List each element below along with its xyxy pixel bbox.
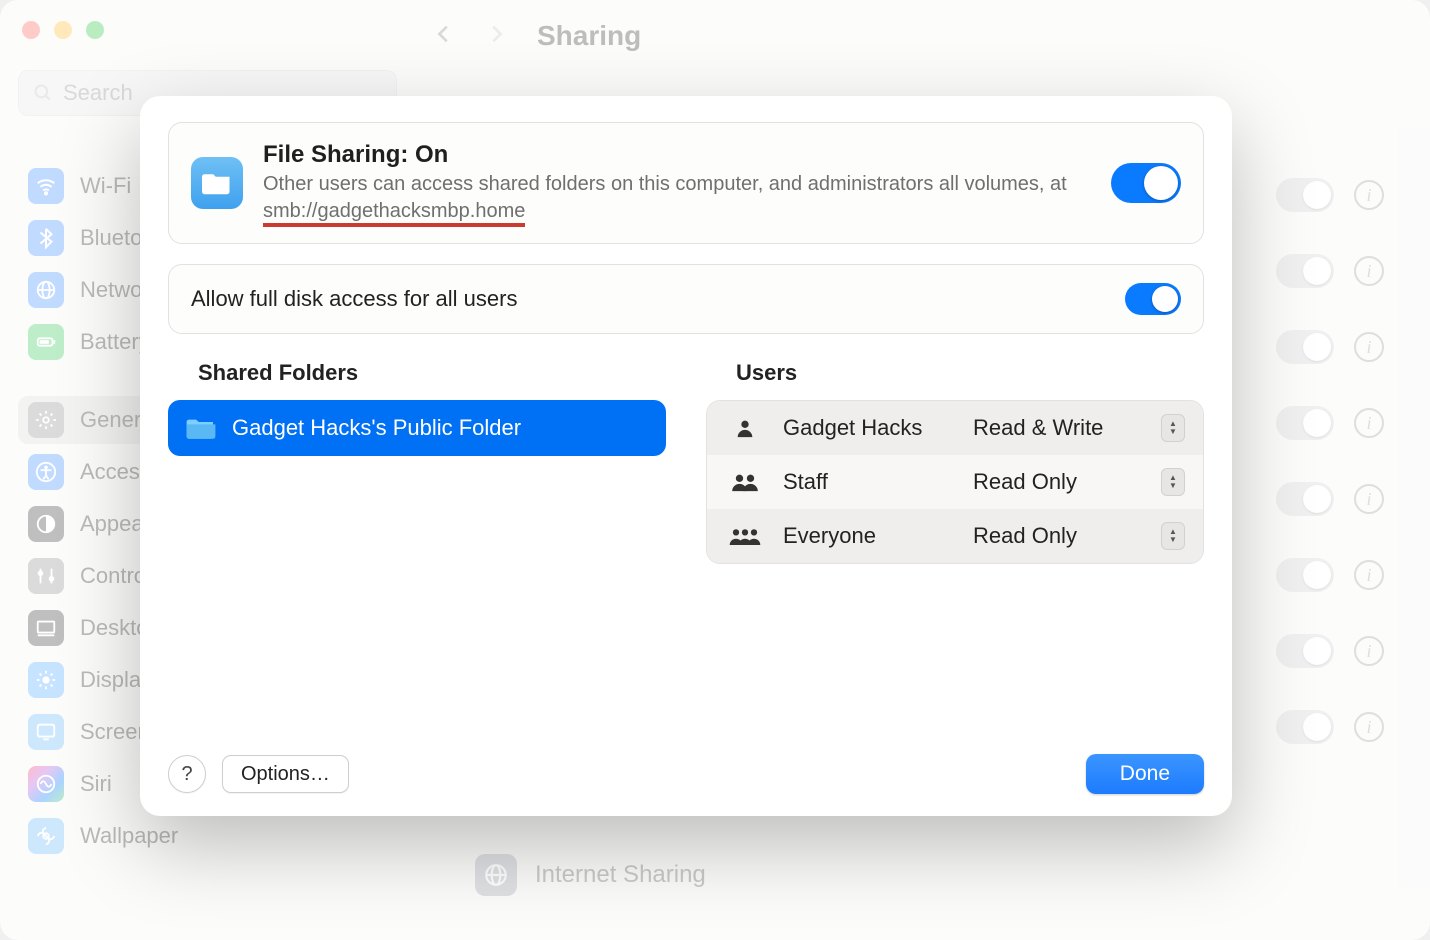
page-title: Sharing <box>537 20 641 52</box>
shared-folders-list: Gadget Hacks's Public Folder <box>168 400 666 456</box>
close-window-button[interactable] <box>22 21 40 39</box>
permission-stepper[interactable]: ▲▼ <box>1161 522 1185 550</box>
full-disk-toggle[interactable] <box>1125 283 1181 315</box>
user-row[interactable]: Staff Read Only ▲▼ <box>707 455 1203 509</box>
sidebar-item-label: Siri <box>80 771 112 797</box>
minimize-window-button[interactable] <box>54 21 72 39</box>
file-sharing-description: Other users can access shared folders on… <box>263 171 1091 225</box>
permission-label: Read Only <box>973 469 1143 495</box>
shared-folders-title: Shared Folders <box>198 360 666 386</box>
user-name: Staff <box>783 469 955 495</box>
help-button[interactable]: ? <box>168 755 206 793</box>
accessibility-icon <box>28 454 64 490</box>
bg-toggle[interactable] <box>1276 634 1334 668</box>
user-icon <box>725 417 765 439</box>
settings-window: Search Wi-FiBluetoothNetworkBatteryGener… <box>0 0 1430 940</box>
chevron-left-icon <box>433 20 455 48</box>
network-icon <box>28 272 64 308</box>
folder-icon <box>186 416 216 440</box>
chevron-right-icon <box>485 20 507 48</box>
siri-icon <box>28 766 64 802</box>
wallpaper-icon <box>28 818 64 854</box>
info-button[interactable]: i <box>1354 408 1384 438</box>
sidebar-item-label: Wallpaper <box>80 823 178 849</box>
bg-toggle[interactable] <box>1276 178 1334 212</box>
info-button[interactable]: i <box>1354 484 1384 514</box>
permission-stepper[interactable]: ▲▼ <box>1161 414 1185 442</box>
user-name: Gadget Hacks <box>783 415 955 441</box>
info-button[interactable]: i <box>1354 560 1384 590</box>
file-sharing-title: File Sharing: On <box>263 141 1091 169</box>
traffic-lights <box>22 21 104 39</box>
user-row[interactable]: Everyone Read Only ▲▼ <box>707 509 1203 563</box>
permission-label: Read Only <box>973 523 1143 549</box>
modal-footer: ? Options… Done <box>168 754 1204 794</box>
forward-button[interactable] <box>485 20 507 53</box>
user-icon <box>725 525 765 547</box>
back-button[interactable] <box>433 20 455 53</box>
bg-toggle[interactable] <box>1276 558 1334 592</box>
bg-toggle[interactable] <box>1276 710 1334 744</box>
content-header: Sharing <box>433 4 1412 68</box>
screensaver-icon <box>28 714 64 750</box>
permission-stepper[interactable]: ▲▼ <box>1161 468 1185 496</box>
sidebar-item-label: Wi-Fi <box>80 173 131 199</box>
full-disk-card: Allow full disk access for all users <box>168 264 1204 334</box>
smb-address[interactable]: smb://gadgethacksmbp.home <box>263 200 525 227</box>
users-list: Gadget Hacks Read & Write ▲▼ Staff Read Only… <box>706 400 1204 564</box>
shared-folder-item[interactable]: Gadget Hacks's Public Folder <box>168 400 666 456</box>
control-icon <box>28 558 64 594</box>
wifi-icon <box>28 168 64 204</box>
file-sharing-toggle[interactable] <box>1111 163 1181 203</box>
folder-share-icon <box>191 157 243 209</box>
appearance-icon <box>28 506 64 542</box>
search-icon <box>33 83 53 103</box>
displays-icon <box>28 662 64 698</box>
full-disk-label: Allow full disk access for all users <box>191 286 517 312</box>
search-placeholder: Search <box>63 80 133 106</box>
user-icon <box>725 471 765 493</box>
users-title: Users <box>736 360 1204 386</box>
bg-toggle[interactable] <box>1276 482 1334 516</box>
internet-sharing-label: Internet Sharing <box>535 861 706 889</box>
bluetooth-icon <box>28 220 64 256</box>
gear-icon <box>28 402 64 438</box>
shared-folders-column: Shared Folders Gadget Hacks's Public Fol… <box>168 360 666 736</box>
permission-label: Read & Write <box>973 415 1143 441</box>
zoom-window-button[interactable] <box>86 21 104 39</box>
user-name: Everyone <box>783 523 955 549</box>
battery-icon <box>28 324 64 360</box>
internet-sharing-row[interactable]: Internet Sharing <box>433 854 1412 896</box>
done-button[interactable]: Done <box>1086 754 1204 794</box>
info-button[interactable]: i <box>1354 636 1384 666</box>
bg-toggle[interactable] <box>1276 406 1334 440</box>
folder-name: Gadget Hacks's Public Folder <box>232 415 521 441</box>
desktop-icon <box>28 610 64 646</box>
globe-icon <box>475 854 517 896</box>
options-button[interactable]: Options… <box>222 755 349 793</box>
info-button[interactable]: i <box>1354 180 1384 210</box>
users-column: Users Gadget Hacks Read & Write ▲▼ Staff Rea… <box>706 360 1204 736</box>
user-row[interactable]: Gadget Hacks Read & Write ▲▼ <box>707 401 1203 455</box>
file-sharing-card: File Sharing: On Other users can access … <box>168 122 1204 244</box>
file-sharing-modal: File Sharing: On Other users can access … <box>140 96 1232 816</box>
bg-toggle[interactable] <box>1276 254 1334 288</box>
info-button[interactable]: i <box>1354 332 1384 362</box>
info-button[interactable]: i <box>1354 256 1384 286</box>
bg-toggle[interactable] <box>1276 330 1334 364</box>
sidebar-item-wallpaper[interactable]: Wallpaper <box>18 812 397 860</box>
info-button[interactable]: i <box>1354 712 1384 742</box>
